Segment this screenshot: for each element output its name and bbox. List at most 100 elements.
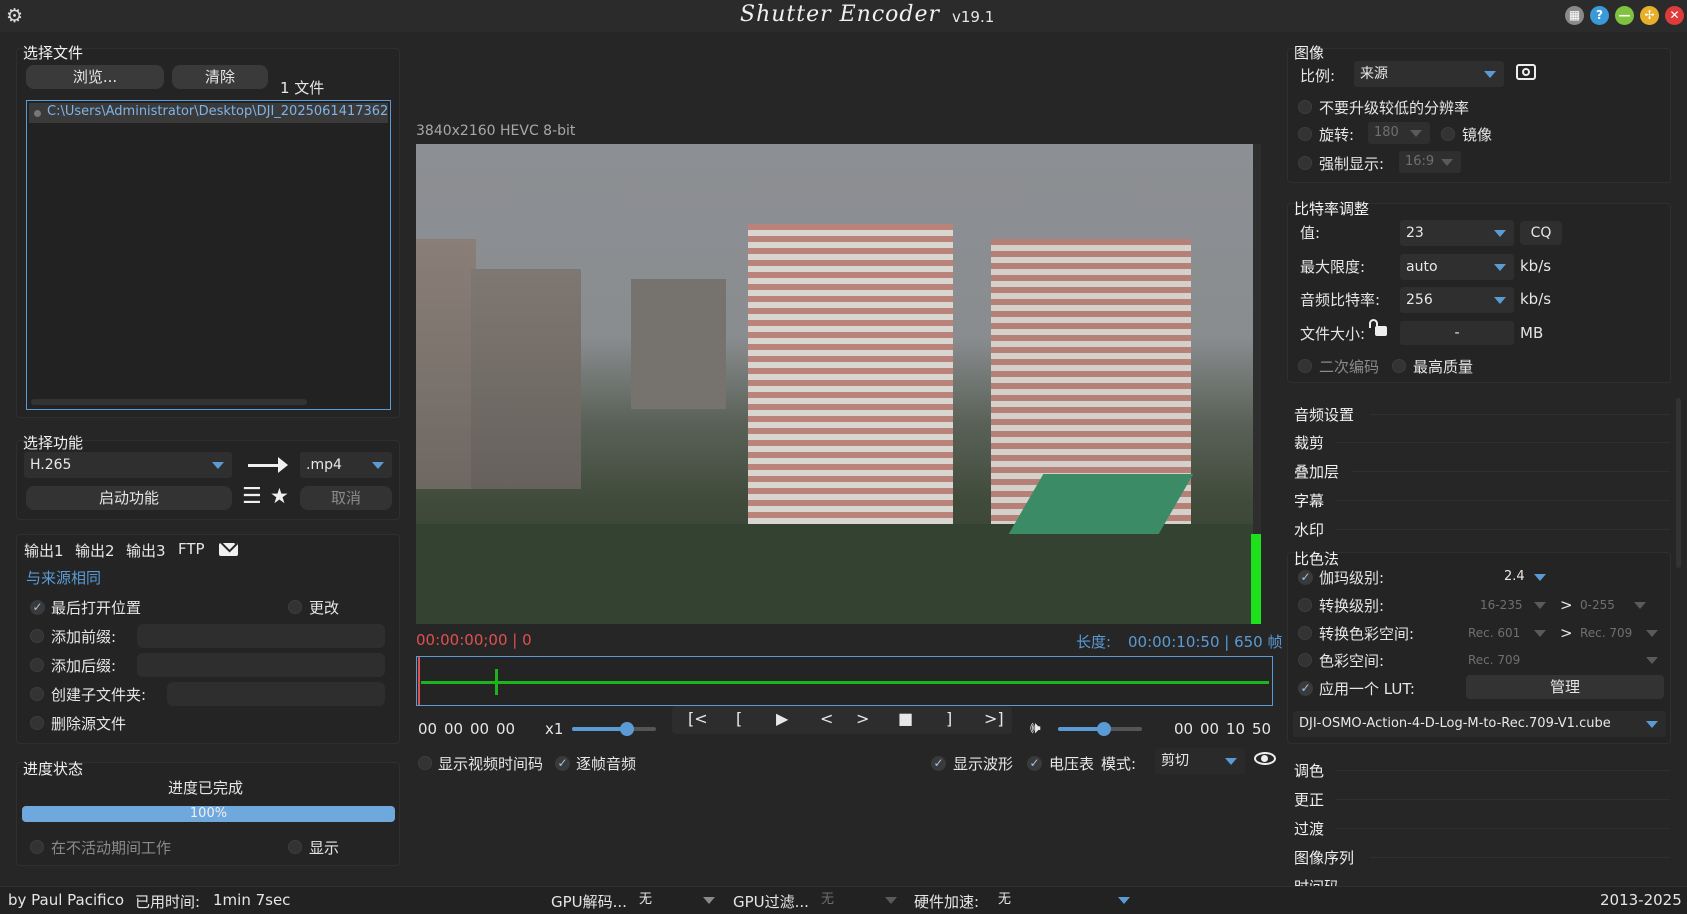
- frame-audio-checkbox[interactable]: ✓: [555, 756, 570, 771]
- tc-out-hours[interactable]: 00: [1174, 720, 1193, 738]
- clear-button[interactable]: 清除: [172, 65, 268, 89]
- gear-icon[interactable]: ⚙: [6, 5, 23, 27]
- force-display-select[interactable]: 16:9: [1399, 151, 1461, 173]
- minimize-icon[interactable]: —: [1615, 6, 1634, 25]
- color-space-select[interactable]: Rec. 709: [1462, 649, 1666, 671]
- next-frame-button[interactable]: >: [856, 709, 869, 728]
- camera-icon[interactable]: [1516, 64, 1536, 80]
- levels-from-select[interactable]: 16-235: [1474, 594, 1554, 616]
- volume-slider[interactable]: [1058, 722, 1142, 736]
- convert-space-radio[interactable]: [1298, 626, 1312, 640]
- lut-file-select[interactable]: DJI-OSMO-Action-4-D-Log-M-to-Rec.709-V1.…: [1293, 711, 1666, 737]
- horizontal-scrollbar[interactable]: [31, 399, 307, 405]
- go-end-button[interactable]: >]: [984, 709, 1004, 728]
- section-timecode[interactable]: 时间码: [1294, 876, 1339, 886]
- max-select[interactable]: auto: [1400, 254, 1514, 280]
- change-radio[interactable]: [288, 600, 302, 614]
- right-scrollbar[interactable]: [1676, 398, 1681, 568]
- section-watermark[interactable]: 水印: [1294, 519, 1324, 540]
- file-list[interactable]: C:\Users\Administrator\Desktop\DJI_20250…: [26, 100, 391, 410]
- file-size-input[interactable]: -: [1400, 321, 1514, 345]
- waveform[interactable]: [416, 656, 1273, 706]
- manage-lut-button[interactable]: 管理: [1466, 675, 1664, 699]
- close-icon[interactable]: ✕: [1665, 6, 1684, 25]
- tc-out-minutes[interactable]: 00: [1200, 720, 1219, 738]
- eye-icon[interactable]: [1254, 752, 1276, 765]
- convert-levels-radio[interactable]: [1298, 598, 1312, 612]
- delete-source-radio[interactable]: [30, 716, 44, 730]
- subfolder-radio[interactable]: [30, 687, 44, 701]
- extension-select[interactable]: .mp4: [300, 452, 392, 478]
- grid-icon[interactable]: ▦: [1565, 6, 1584, 25]
- suffix-radio[interactable]: [30, 658, 44, 672]
- list-item[interactable]: C:\Users\Administrator\Desktop\DJI_20250…: [29, 103, 388, 123]
- idle-work-radio[interactable]: [30, 840, 44, 854]
- rotate-radio[interactable]: [1298, 127, 1312, 141]
- gamma-select[interactable]: 2.4: [1498, 566, 1554, 588]
- star-icon[interactable]: ★: [270, 484, 289, 508]
- bitrate-value-select[interactable]: 23: [1400, 220, 1514, 246]
- section-color-grading[interactable]: 调色: [1294, 760, 1324, 781]
- no-upscale-radio[interactable]: [1298, 100, 1312, 114]
- space-from-select[interactable]: Rec. 601: [1462, 622, 1554, 644]
- prev-frame-button[interactable]: <: [820, 709, 833, 728]
- speed-knob[interactable]: [619, 722, 634, 736]
- tc-out-seconds[interactable]: 10: [1226, 720, 1245, 738]
- apply-lut-checkbox[interactable]: ✓: [1298, 681, 1313, 696]
- lock-icon[interactable]: [1369, 319, 1387, 336]
- show-timecode-radio[interactable]: [418, 756, 432, 770]
- gamma-checkbox[interactable]: ✓: [1298, 570, 1313, 585]
- play-button[interactable]: ▶: [776, 709, 788, 728]
- section-transitions[interactable]: 过渡: [1294, 818, 1324, 839]
- same-as-source-link[interactable]: 与来源相同: [26, 567, 101, 588]
- space-to-select[interactable]: Rec. 709: [1574, 622, 1666, 644]
- tc-seconds[interactable]: 00: [470, 720, 489, 738]
- stop-button[interactable]: ■: [898, 709, 913, 728]
- section-subtitles[interactable]: 字幕: [1294, 490, 1324, 511]
- go-start-button[interactable]: [<: [688, 709, 708, 728]
- codec-select[interactable]: H.265: [24, 452, 232, 478]
- speed-slider[interactable]: [572, 722, 656, 736]
- cq-button[interactable]: CQ: [1520, 221, 1562, 245]
- section-correction[interactable]: 更正: [1294, 789, 1324, 810]
- mirror-radio[interactable]: [1441, 127, 1455, 141]
- mail-icon[interactable]: [219, 543, 238, 556]
- subfolder-input[interactable]: [167, 682, 385, 706]
- volume-icon[interactable]: 🕪: [1030, 718, 1041, 738]
- vu-meter-checkbox[interactable]: ✓: [1027, 756, 1042, 771]
- tc-hours[interactable]: 00: [418, 720, 437, 738]
- playhead[interactable]: [418, 657, 420, 705]
- hw-accel-select[interactable]: 无: [992, 889, 1138, 911]
- start-function-button[interactable]: 启动功能: [26, 486, 232, 510]
- gpu-decode-select[interactable]: 无: [633, 889, 723, 911]
- tc-frames[interactable]: 00: [496, 720, 515, 738]
- suffix-input[interactable]: [137, 653, 385, 677]
- menu-icon[interactable]: ☰: [242, 484, 262, 509]
- show-radio[interactable]: [288, 840, 302, 854]
- video-preview[interactable]: [416, 144, 1261, 624]
- section-crop[interactable]: 裁剪: [1294, 432, 1324, 453]
- tab-output3[interactable]: 输出3: [126, 540, 166, 561]
- volume-knob[interactable]: [1097, 722, 1112, 736]
- force-display-radio[interactable]: [1298, 156, 1312, 170]
- tab-output1[interactable]: 输出1: [24, 540, 64, 561]
- mark-in-button[interactable]: [: [736, 709, 742, 728]
- section-audio[interactable]: 音频设置: [1294, 404, 1354, 425]
- section-image-sequence[interactable]: 图像序列: [1294, 847, 1354, 868]
- levels-to-select[interactable]: 0-255: [1574, 594, 1654, 616]
- best-quality-radio[interactable]: [1392, 359, 1406, 373]
- tc-out-frames[interactable]: 50: [1252, 720, 1271, 738]
- audio-bitrate-select[interactable]: 256: [1400, 287, 1514, 313]
- help-icon[interactable]: ?: [1590, 6, 1609, 25]
- mark-out-button[interactable]: ]: [946, 709, 952, 728]
- color-space-radio[interactable]: [1298, 653, 1312, 667]
- last-open-checkbox[interactable]: ✓: [30, 600, 45, 615]
- two-pass-radio[interactable]: [1298, 359, 1312, 373]
- tab-ftp[interactable]: FTP: [178, 540, 205, 558]
- gpu-filter-select[interactable]: 无: [815, 889, 905, 911]
- tc-minutes[interactable]: 00: [444, 720, 463, 738]
- tab-output2[interactable]: 输出2: [75, 540, 115, 561]
- maximize-icon[interactable]: ✢: [1640, 6, 1659, 25]
- ratio-select[interactable]: 来源: [1354, 61, 1504, 87]
- show-waveform-checkbox[interactable]: ✓: [931, 756, 946, 771]
